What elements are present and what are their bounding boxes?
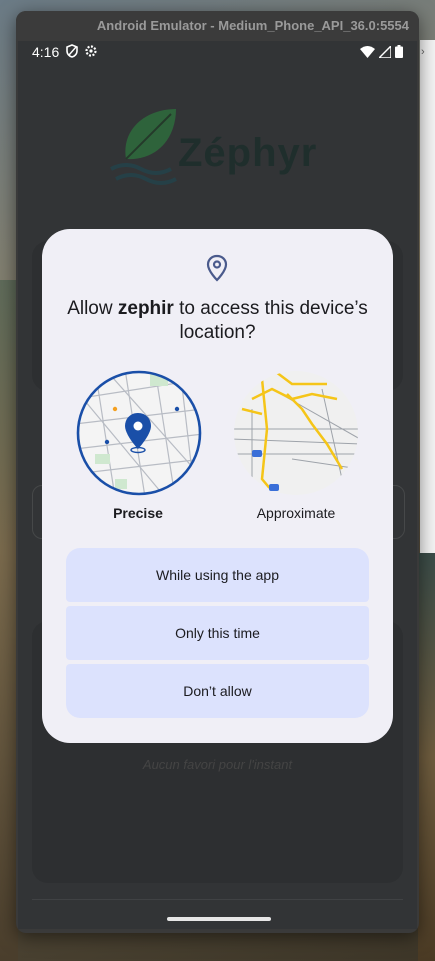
approximate-location-option[interactable] — [232, 369, 360, 497]
app-logo: Zéphyr — [106, 99, 316, 189]
shield-icon — [66, 44, 78, 58]
approximate-label: Approximate — [256, 505, 336, 521]
dont-allow-button[interactable]: Don’t allow — [66, 664, 369, 718]
cell-signal-icon — [379, 45, 391, 58]
gear-icon — [85, 45, 97, 57]
wifi-icon — [360, 45, 375, 58]
side-panel: › — [420, 40, 435, 553]
desktop-background-right — [418, 553, 435, 961]
side-panel-glyph: › — [421, 46, 425, 58]
while-using-app-button[interactable]: While using the app — [66, 548, 369, 602]
precise-label: Precise — [113, 505, 163, 521]
precise-location-option[interactable] — [75, 369, 203, 497]
status-time: 4:16 — [32, 44, 60, 60]
gesture-nav-handle[interactable] — [167, 917, 271, 921]
location-permission-dialog: Allow zephir to access this device’s loc… — [42, 229, 393, 743]
logo-text: Zéphyr — [178, 131, 318, 175]
battery-icon — [395, 45, 403, 58]
divider — [32, 899, 403, 900]
status-bar: 4:16 — [18, 41, 417, 63]
app-name: zephir — [117, 298, 174, 319]
dialog-title: Allow zephir to access this device’s loc… — [67, 298, 368, 343]
window-title: Android Emulator - Medium_Phone_API_36.0… — [16, 11, 419, 41]
leaf-icon — [110, 109, 177, 185]
only-this-time-button[interactable]: Only this time — [66, 606, 369, 660]
location-pin-icon — [206, 254, 228, 282]
empty-favorites-text: Aucun favori pour l'instant — [142, 757, 293, 772]
